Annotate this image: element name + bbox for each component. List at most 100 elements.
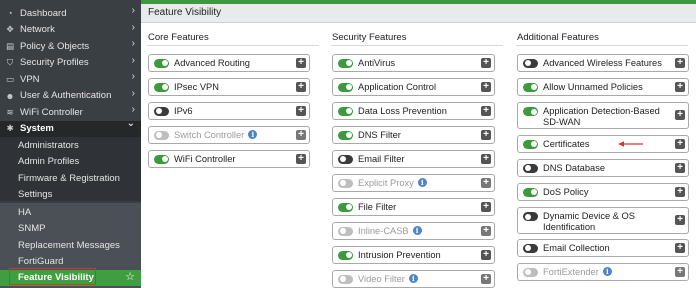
feature-advanced-wireless: Advanced Wireless Features + xyxy=(517,54,689,72)
info-icon[interactable]: i xyxy=(602,266,612,276)
feature-toggle xyxy=(338,274,353,284)
info-icon[interactable]: i xyxy=(412,225,422,235)
feature-toggle[interactable] xyxy=(338,130,353,140)
dashboard-icon: ◔ xyxy=(7,8,13,19)
sidebar-item-label: Policy & Objects xyxy=(20,40,90,52)
feature-toggle[interactable] xyxy=(338,58,353,68)
sidebar-item-label: Replacement Messages xyxy=(18,239,120,251)
feature-toggle[interactable] xyxy=(523,187,538,197)
divider xyxy=(331,45,503,46)
feature-toggle[interactable] xyxy=(523,139,538,149)
additional-features-title: Additional Features xyxy=(517,32,599,43)
vpn-icon: ▭ xyxy=(5,73,15,84)
feature-toggle[interactable] xyxy=(523,243,538,253)
sidebar-item-label: FortiGuard xyxy=(18,256,64,268)
plus-icon[interactable]: + xyxy=(675,110,685,120)
feature-label: IPsec VPN xyxy=(174,81,219,92)
plus-icon[interactable]: + xyxy=(481,202,491,212)
plus-icon[interactable]: + xyxy=(481,130,491,140)
feature-label: AntiVirus xyxy=(358,57,396,68)
plus-icon[interactable]: + xyxy=(481,106,491,116)
feature-toggle[interactable] xyxy=(154,82,169,92)
plus-icon[interactable]: + xyxy=(481,154,491,164)
plus-icon[interactable]: + xyxy=(296,58,306,68)
sidebar-item-settings[interactable]: Settings xyxy=(0,187,141,204)
feature-label: DNS Database xyxy=(543,162,606,173)
feature-application-control: Application Control + xyxy=(332,78,495,96)
plus-icon[interactable]: + xyxy=(296,82,306,92)
feature-toggle[interactable] xyxy=(523,163,538,173)
plus-icon[interactable]: + xyxy=(675,187,685,197)
policy-icon: ▤ xyxy=(5,40,15,51)
sidebar-item-label: Admin Profiles xyxy=(18,156,80,168)
plus-icon[interactable]: + xyxy=(481,82,491,92)
sidebar-item-security-profiles[interactable]: ⛉ Security Profiles › xyxy=(0,55,141,72)
feature-toggle[interactable] xyxy=(338,154,353,164)
highlight-box xyxy=(9,268,96,285)
sidebar-item-label: VPN xyxy=(20,73,40,85)
feature-switch-controller: Switch Controller i + xyxy=(148,126,310,144)
plus-icon[interactable]: + xyxy=(675,139,685,149)
feature-toggle[interactable] xyxy=(523,212,538,221)
feature-ipv6: IPv6 + xyxy=(148,102,310,120)
star-icon[interactable]: ☆ xyxy=(125,270,135,283)
sidebar-item-network[interactable]: ✥ Network › xyxy=(0,22,141,39)
sidebar-item-firmware-registration[interactable]: Firmware & Registration xyxy=(0,170,141,187)
sidebar-item-wifi-controller[interactable]: ≋ WiFi Controller › xyxy=(0,104,141,121)
plus-icon[interactable]: + xyxy=(675,58,685,68)
feature-intrusion-prevention: Intrusion Prevention + xyxy=(332,246,495,264)
feature-toggle[interactable] xyxy=(523,82,538,92)
sidebar-item-administrators[interactable]: Administrators xyxy=(0,137,141,154)
plus-icon[interactable]: + xyxy=(675,267,685,277)
info-icon[interactable]: i xyxy=(408,273,418,283)
divider xyxy=(147,45,319,46)
feature-toggle xyxy=(523,267,538,277)
sidebar-item-label: HA xyxy=(18,206,32,218)
sidebar-item-dashboard[interactable]: ◔ Dashboard › xyxy=(0,5,141,22)
sidebar-item-admin-profiles[interactable]: Admin Profiles xyxy=(0,154,141,171)
feature-toggle[interactable] xyxy=(154,154,169,164)
feature-label: Application Detection-Based SD-WAN xyxy=(543,106,660,127)
feature-fortiextender: FortiExtender i + xyxy=(517,263,689,281)
plus-icon[interactable]: + xyxy=(481,250,491,260)
chevron-right-icon: › xyxy=(131,38,135,49)
info-icon[interactable]: i xyxy=(417,177,427,187)
feature-allow-unnamed-policies: Allow Unnamed Policies + xyxy=(517,78,689,96)
feature-video-filter: Video Filter i + xyxy=(332,270,495,288)
plus-icon[interactable]: + xyxy=(296,154,306,164)
feature-toggle[interactable] xyxy=(338,202,353,212)
sidebar-item-replacement-messages[interactable]: Replacement Messages xyxy=(0,237,141,254)
plus-icon[interactable]: + xyxy=(296,130,306,140)
sidebar-item-vpn[interactable]: ▭ VPN › xyxy=(0,71,141,88)
feature-toggle[interactable] xyxy=(338,106,353,116)
plus-icon[interactable]: + xyxy=(675,163,685,173)
feature-toggle[interactable] xyxy=(154,58,169,68)
feature-toggle[interactable] xyxy=(154,106,169,116)
feature-toggle[interactable] xyxy=(523,58,538,68)
plus-icon[interactable]: + xyxy=(296,106,306,116)
sidebar-item-policy-objects[interactable]: ▤ Policy & Objects › xyxy=(0,38,141,55)
plus-icon[interactable]: + xyxy=(675,215,685,225)
plus-icon[interactable]: + xyxy=(481,226,491,236)
plus-icon[interactable]: + xyxy=(481,58,491,68)
plus-icon[interactable]: + xyxy=(675,243,685,253)
feature-email-filter: Email Filter + xyxy=(332,150,495,168)
plus-icon[interactable]: + xyxy=(675,82,685,92)
sidebar-item-snmp[interactable]: SNMP xyxy=(0,221,141,238)
feature-toggle[interactable] xyxy=(523,107,538,116)
plus-icon[interactable]: + xyxy=(481,274,491,284)
shield-icon: ⛉ xyxy=(6,57,14,68)
feature-toggle[interactable] xyxy=(338,250,353,260)
info-icon[interactable]: i xyxy=(248,129,258,139)
feature-dos-policy: DoS Policy + xyxy=(517,183,689,201)
sidebar-item-label: User & Authentication xyxy=(20,90,112,102)
plus-icon[interactable]: + xyxy=(481,178,491,188)
feature-app-detection-sdwan: Application Detection-Based SD-WAN + xyxy=(517,102,689,129)
sidebar-item-system[interactable]: ✱ System ⌄ xyxy=(0,118,141,137)
sidebar-item-label: Security Profiles xyxy=(20,57,89,69)
feature-dns-filter: DNS Filter + xyxy=(332,126,495,144)
feature-antivirus: AntiVirus + xyxy=(332,54,495,72)
sidebar-item-ha[interactable]: HA xyxy=(0,204,141,221)
feature-toggle[interactable] xyxy=(338,82,353,92)
sidebar-item-user-authentication[interactable]: ☻ User & Authentication › xyxy=(0,88,141,105)
